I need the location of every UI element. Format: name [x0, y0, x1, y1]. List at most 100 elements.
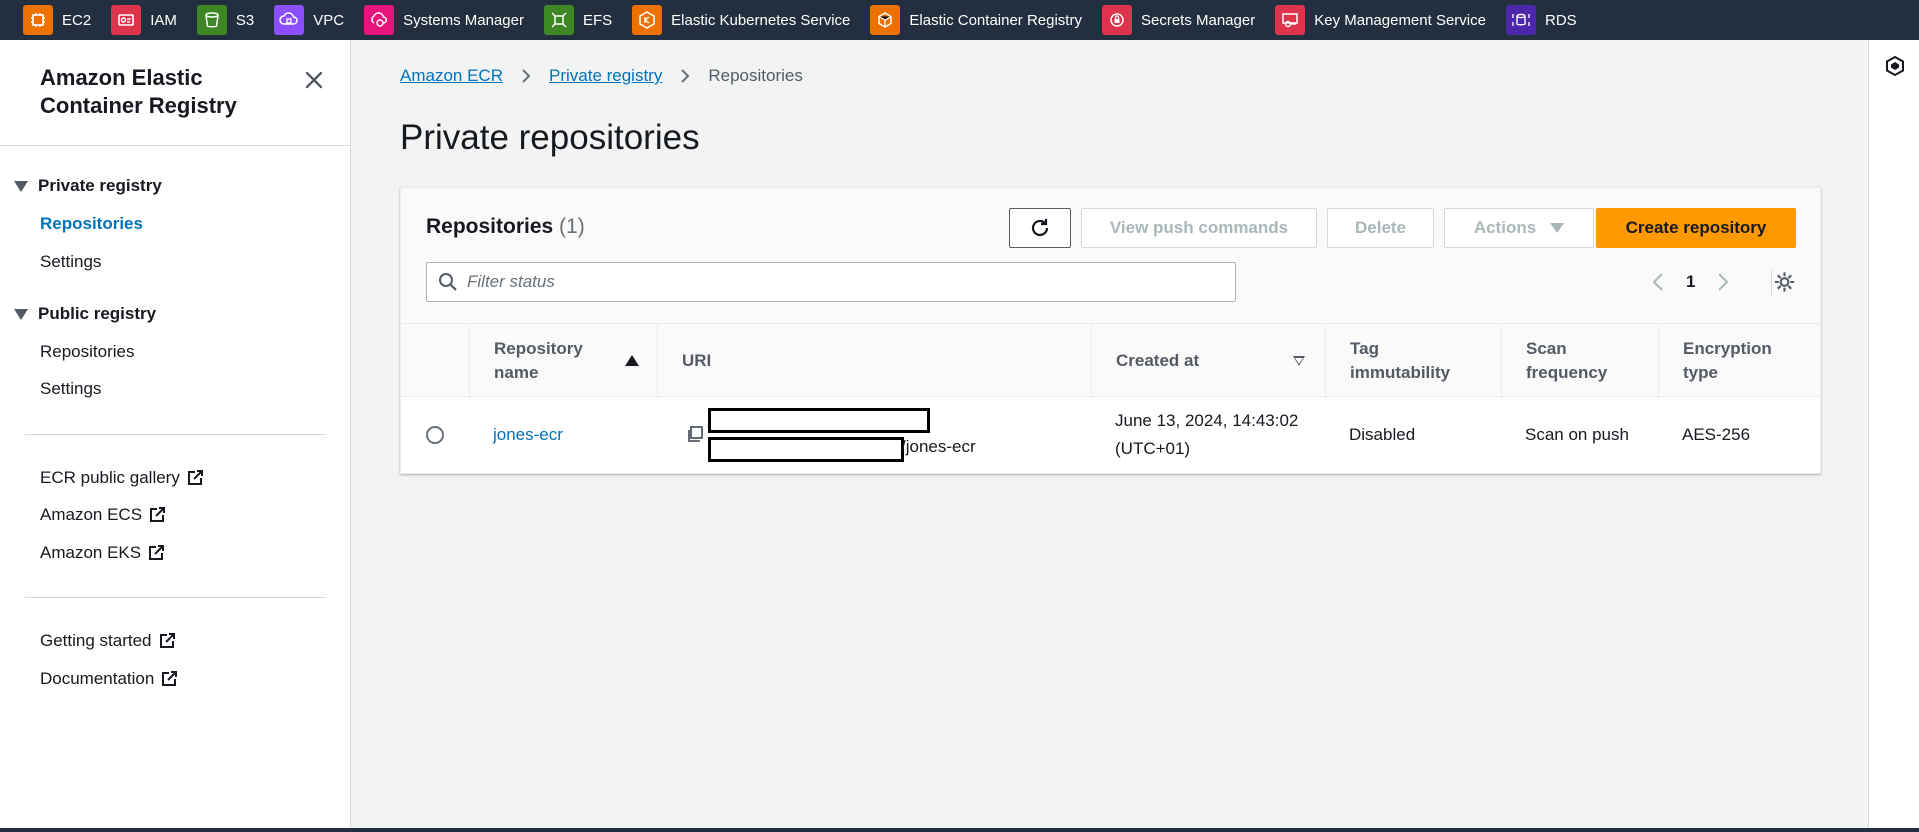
encryption-type-cell: AES-256	[1682, 425, 1751, 444]
column-repository-name[interactable]: Repository name	[469, 324, 657, 398]
side-navigation: Amazon Elastic Container Registry Privat…	[0, 40, 351, 832]
row-select-radio[interactable]	[426, 426, 444, 444]
panel-header: Repositories (1) View push commands Dele…	[401, 188, 1820, 323]
caret-down-icon	[14, 180, 28, 192]
copy-icon[interactable]	[686, 425, 704, 443]
current-page-number[interactable]: 1	[1686, 272, 1695, 292]
column-label: Created at	[1116, 351, 1200, 370]
previous-page-icon[interactable]	[1648, 268, 1668, 296]
favorite-label: EC2	[62, 11, 92, 29]
breadcrumb-amazon-ecr[interactable]: Amazon ECR	[400, 66, 503, 86]
nav-amazon-ecs[interactable]: Amazon ECS	[40, 505, 166, 525]
section-label: Public registry	[38, 304, 157, 323]
breadcrumb-private-registry[interactable]: Private registry	[549, 66, 662, 86]
sort-ascending-icon	[625, 355, 639, 366]
favorite-kms[interactable]: Key Management Service	[1275, 0, 1486, 40]
redacted-uri-block	[708, 437, 904, 462]
created-at-cell: June 13, 2024, 14:43:02 (UTC+01)	[1115, 411, 1299, 458]
column-created-at[interactable]: Created at	[1091, 324, 1325, 398]
link-label: Amazon EKS	[40, 543, 142, 562]
gear-icon[interactable]	[1771, 269, 1797, 295]
vpc-icon	[274, 5, 305, 35]
breadcrumb-current: Repositories	[708, 66, 803, 85]
table-header: Repository name URI Created at Tag immut…	[401, 323, 1820, 398]
eks-icon	[632, 5, 663, 35]
ecr-icon	[870, 5, 901, 35]
systems-manager-icon	[364, 5, 395, 35]
repository-name: jones-ecr	[493, 425, 563, 444]
page-title: Private repositories	[400, 118, 700, 157]
public-registry-section[interactable]: Public registry	[14, 304, 156, 324]
next-page-icon[interactable]	[1713, 268, 1733, 296]
link-label: Documentation	[40, 669, 155, 688]
nav-divider	[25, 434, 326, 435]
actions-dropdown[interactable]: Actions	[1444, 208, 1594, 248]
nav-divider	[0, 145, 350, 146]
column-label: Tag immutability	[1350, 339, 1451, 382]
favorite-efs[interactable]: EFS	[543, 0, 613, 40]
cloudshell-icon[interactable]	[1884, 55, 1906, 77]
nav-ecr-public-gallery[interactable]: ECR public gallery	[40, 468, 204, 488]
favorite-label: Secrets Manager	[1140, 11, 1256, 29]
nav-getting-started[interactable]: Getting started	[40, 631, 176, 651]
favorite-label: Systems Manager	[403, 11, 524, 29]
scan-frequency-cell: Scan on push	[1525, 425, 1629, 444]
service-title: Amazon Elastic Container Registry	[40, 65, 237, 118]
utility-rail	[1868, 40, 1919, 832]
favorite-ecr[interactable]: Elastic Container Registry	[870, 0, 1082, 40]
favorite-systems-manager[interactable]: Systems Manager	[364, 0, 524, 40]
redacted-uri-block	[708, 408, 930, 433]
external-link-icon	[149, 545, 165, 560]
view-push-commands-button[interactable]: View push commands	[1081, 208, 1317, 248]
search-icon	[439, 273, 457, 291]
delete-button[interactable]: Delete	[1327, 208, 1434, 248]
nav-public-settings[interactable]: Settings	[40, 379, 101, 399]
nav-divider	[25, 597, 326, 598]
nav-amazon-eks[interactable]: Amazon EKS	[40, 543, 165, 563]
repository-count: (1)	[559, 215, 585, 238]
close-navigation-button[interactable]	[300, 66, 328, 94]
sort-icon	[1293, 356, 1305, 366]
refresh-icon	[1031, 219, 1049, 237]
nav-public-repositories[interactable]: Repositories	[40, 342, 135, 362]
favorite-s3[interactable]: S3	[196, 0, 254, 40]
actions-label: Actions	[1473, 218, 1537, 237]
tag-immutability-cell: Disabled	[1349, 425, 1416, 444]
rds-icon	[1505, 5, 1536, 35]
secrets-manager-icon	[1101, 5, 1132, 35]
filter-input[interactable]	[467, 272, 1227, 292]
bottom-bar	[0, 828, 1919, 832]
favorite-vpc[interactable]: VPC	[274, 0, 344, 40]
favorite-rds[interactable]: RDS	[1505, 0, 1577, 40]
nav-private-settings[interactable]: Settings	[40, 252, 101, 272]
favorite-ec2[interactable]: EC2	[23, 0, 91, 40]
panel-title-text: Repositories	[426, 215, 554, 238]
link-label: Getting started	[40, 631, 152, 650]
favorite-eks[interactable]: Elastic Kubernetes Service	[632, 0, 850, 40]
s3-icon	[196, 5, 227, 35]
favorite-label: Key Management Service	[1314, 11, 1486, 29]
column-tag-immutability: Tag immutability	[1325, 324, 1501, 398]
caret-down-icon	[1550, 223, 1565, 233]
nav-documentation[interactable]: Documentation	[40, 669, 178, 689]
repository-name-link[interactable]: jones-ecr	[493, 397, 563, 473]
ec2-icon	[23, 5, 53, 35]
section-label: Private registry	[38, 176, 162, 195]
favorite-label: IAM	[150, 11, 177, 29]
column-label: URI	[682, 351, 712, 370]
breadcrumb: Amazon ECR Private registry Repositories	[400, 66, 803, 86]
favorite-label: Elastic Kubernetes Service	[671, 11, 851, 29]
favorite-iam[interactable]: IAM	[111, 0, 177, 40]
favorite-secrets-manager[interactable]: Secrets Manager	[1101, 0, 1256, 40]
private-registry-section[interactable]: Private registry	[14, 176, 162, 196]
nav-private-repositories[interactable]: Repositories	[40, 214, 143, 234]
favorite-label: EFS	[582, 11, 613, 29]
external-link-icon	[162, 671, 178, 686]
refresh-button[interactable]	[1009, 208, 1071, 248]
create-repository-button[interactable]: Create repository	[1596, 208, 1796, 248]
kms-icon	[1275, 5, 1306, 35]
repositories-panel: Repositories (1) View push commands Dele…	[400, 187, 1821, 474]
column-label: Scan frequency	[1526, 339, 1608, 382]
link-label: Amazon ECS	[40, 505, 143, 524]
column-scan-frequency: Scan frequency	[1501, 324, 1658, 398]
